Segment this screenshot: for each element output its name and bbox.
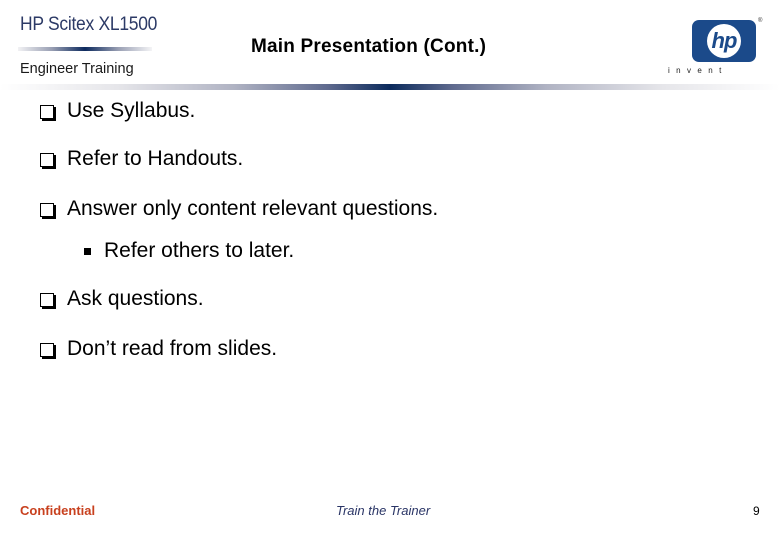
sub-bullet-item: Refer others to later. xyxy=(84,239,294,263)
logo-text: hp xyxy=(711,28,738,53)
bullet-item: Ask questions. xyxy=(40,287,204,311)
bullet-item: Refer to Handouts. xyxy=(40,147,243,171)
bullet-text: Refer others to later. xyxy=(104,239,295,262)
checkbox-bullet-icon xyxy=(40,104,54,119)
bullet-item: Answer only content relevant questions. xyxy=(40,197,438,221)
header-divider-short xyxy=(18,47,152,51)
checkbox-bullet-icon xyxy=(40,292,54,307)
checkbox-bullet-icon xyxy=(40,202,54,217)
bullet-text: Don’t read from slides. xyxy=(67,337,278,360)
slide-title: Main Presentation (Cont.) xyxy=(251,36,487,57)
square-bullet-icon xyxy=(84,247,91,255)
hp-logo-icon: hp xyxy=(692,20,756,62)
header-divider-bar xyxy=(0,84,780,90)
bullet-text: Ask questions. xyxy=(67,287,204,310)
logo-circle: hp xyxy=(707,24,741,58)
footer-course-name: Train the Trainer xyxy=(336,503,431,518)
bullet-item: Use Syllabus. xyxy=(40,99,195,123)
bullet-text: Use Syllabus. xyxy=(67,99,196,122)
header-subtitle: Engineer Training xyxy=(20,61,134,77)
logo-tagline: invent xyxy=(668,66,728,75)
trademark-mark: ® xyxy=(758,18,763,24)
footer-confidential: Confidential xyxy=(20,503,96,518)
checkbox-bullet-icon xyxy=(40,152,54,167)
product-name: HP Scitex XL1500 xyxy=(20,14,158,35)
bullet-text: Answer only content relevant questions. xyxy=(67,197,439,220)
bullet-item: Don’t read from slides. xyxy=(40,337,277,361)
checkbox-bullet-icon xyxy=(40,342,54,357)
bullet-text: Refer to Handouts. xyxy=(67,147,244,170)
page-number: 9 xyxy=(753,504,760,518)
